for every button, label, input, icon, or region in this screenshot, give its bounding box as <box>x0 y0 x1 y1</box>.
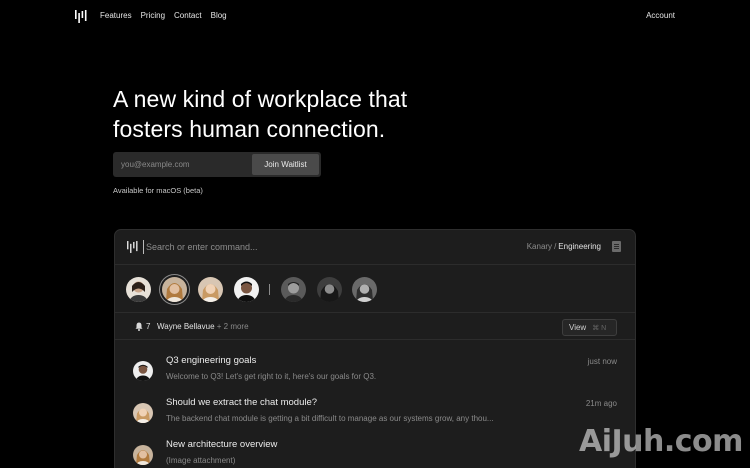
watermark: AiJuh.com <box>579 424 743 459</box>
view-button-label: View <box>569 323 587 332</box>
avatar[interactable] <box>317 277 342 302</box>
waitlist-form: Join Waitlist <box>113 152 321 177</box>
breadcrumb: Kanary / Engineering <box>527 242 601 251</box>
participants-more: + 2 more <box>216 322 249 331</box>
top-nav: Features Pricing Contact Blog Account <box>0 0 750 32</box>
logo-icon <box>127 241 138 253</box>
breadcrumb-team[interactable]: Engineering <box>558 242 601 251</box>
view-button[interactable]: View ⌘ N <box>562 319 617 336</box>
nav-link-blog[interactable]: Blog <box>211 11 227 20</box>
message-row[interactable]: Should we extract the chat module? The b… <box>115 391 635 433</box>
hero-title: A new kind of workplace that fosters hum… <box>113 86 408 142</box>
avatar <box>133 445 153 465</box>
email-input[interactable] <box>113 152 250 177</box>
message-title: New architecture overview <box>166 439 278 450</box>
message-preview: Welcome to Q3! Let's get right to it, he… <box>166 372 377 381</box>
participant-name: Wayne Bellavue <box>157 322 215 331</box>
nav-links: Features Pricing Contact Blog <box>100 11 227 20</box>
bell-icon <box>135 322 143 331</box>
avatar-selected[interactable] <box>162 277 187 302</box>
message-row[interactable]: New architecture overview (Image attachm… <box>115 433 635 468</box>
view-shortcut: ⌘ N <box>592 324 607 332</box>
presence-row <box>115 266 635 313</box>
message-title: Q3 engineering goals <box>166 355 257 366</box>
avatar <box>133 361 153 381</box>
nav-link-pricing[interactable]: Pricing <box>141 11 165 20</box>
message-preview: The backend chat module is getting a bit… <box>166 414 494 423</box>
app-preview: Kanary/Engineering 7 <box>114 229 636 468</box>
avatar[interactable] <box>198 277 223 302</box>
availability-note: Available for macOS (beta) <box>113 186 203 195</box>
avatar[interactable] <box>234 277 259 302</box>
thread-header: 7 Wayne Bellavue + 2 more View ⌘ N <box>115 314 635 340</box>
message-time: 21m ago <box>585 399 617 408</box>
account-link[interactable]: Account <box>646 11 675 20</box>
nav-link-features[interactable]: Features <box>100 11 132 20</box>
message-preview: (Image attachment) <box>166 456 236 465</box>
command-input[interactable] <box>143 240 393 254</box>
notification-count: 7 <box>146 322 151 331</box>
breadcrumb-separator: / <box>554 242 557 251</box>
message-time: just now <box>587 357 617 366</box>
avatar[interactable] <box>352 277 377 302</box>
thread-participants: Wayne Bellavue + 2 more <box>157 322 249 331</box>
logo-icon[interactable] <box>75 10 87 23</box>
join-waitlist-button[interactable]: Join Waitlist <box>252 154 319 175</box>
document-icon[interactable] <box>612 241 621 252</box>
command-bar: Kanary/Engineering <box>115 230 635 265</box>
nav-link-contact[interactable]: Contact <box>174 11 202 20</box>
avatar[interactable] <box>126 277 151 302</box>
message-title: Should we extract the chat module? <box>166 397 318 408</box>
breadcrumb-workspace[interactable]: Kanary <box>527 242 552 251</box>
message-row[interactable]: Q3 engineering goals Welcome to Q3! Let'… <box>115 349 635 391</box>
avatar-divider <box>269 284 270 295</box>
avatar[interactable] <box>281 277 306 302</box>
avatar <box>133 403 153 423</box>
